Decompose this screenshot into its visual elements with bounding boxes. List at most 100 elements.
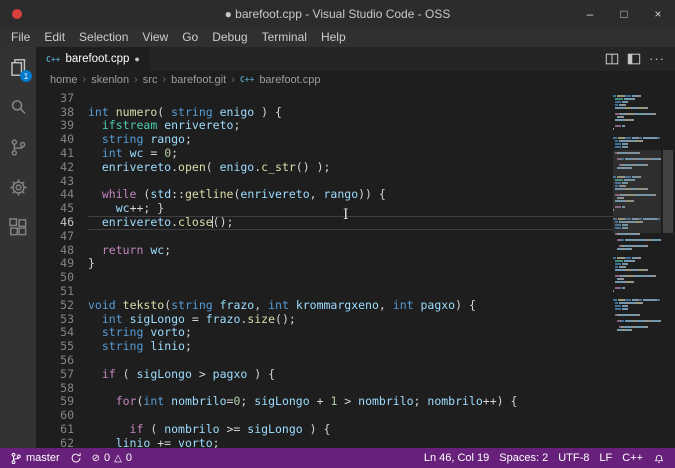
git-branch-status[interactable]: master xyxy=(10,452,60,465)
minimap-slider[interactable] xyxy=(613,150,661,233)
layout-toggle-icon[interactable] xyxy=(627,52,641,66)
editor-code-area[interactable]: 363738int numero( string enigo ) {39 ifs… xyxy=(36,88,613,448)
breadcrumb-item[interactable]: home xyxy=(50,74,78,86)
source-control-icon[interactable] xyxy=(0,127,36,167)
cursor-position[interactable]: Ln 46, Col 19 xyxy=(424,452,489,464)
editor-line[interactable]: 48 return wc; xyxy=(36,244,613,258)
indentation-status[interactable]: Spaces: 2 xyxy=(499,452,548,464)
line-number[interactable]: 62 xyxy=(36,437,88,448)
line-number[interactable]: 39 xyxy=(36,119,88,133)
breadcrumb-item[interactable]: barefoot.cpp xyxy=(259,74,320,86)
editor-line[interactable]: 61 if ( nombrilo >= sigLongo ) { xyxy=(36,423,613,437)
line-number[interactable]: 47 xyxy=(36,230,88,244)
menu-file[interactable]: File xyxy=(4,27,37,47)
line-number[interactable]: 57 xyxy=(36,368,88,382)
line-number[interactable]: 48 xyxy=(36,244,88,258)
editor-line[interactable]: 59 for(int nombrilo=0; sigLongo + 1 > no… xyxy=(36,395,613,409)
line-number[interactable]: 58 xyxy=(36,382,88,396)
line-number[interactable]: 49 xyxy=(36,257,88,271)
close-button[interactable]: × xyxy=(641,0,675,27)
extensions-icon[interactable] xyxy=(0,207,36,247)
breadcrumb-item[interactable]: barefoot.git xyxy=(171,74,226,86)
menu-terminal[interactable]: Terminal xyxy=(255,27,314,47)
editor-line[interactable]: 54 string vorto; xyxy=(36,326,613,340)
code-token: if xyxy=(130,423,144,436)
editor-line[interactable]: 52void teksto(string frazo, int krommarg… xyxy=(36,299,613,313)
editor-line[interactable]: 41 int wc = 0; xyxy=(36,147,613,161)
line-number[interactable]: 46 xyxy=(36,216,88,230)
line-number[interactable]: 59 xyxy=(36,395,88,409)
explorer-icon[interactable]: 1 xyxy=(0,47,36,87)
error-count: 0 xyxy=(104,452,110,464)
code-token: + xyxy=(310,395,331,408)
line-number[interactable]: 53 xyxy=(36,313,88,327)
minimap[interactable] xyxy=(613,88,661,448)
editor-line[interactable]: 37 xyxy=(36,92,613,106)
editor-line[interactable]: 44 while (std::getline(enrivereto, rango… xyxy=(36,188,613,202)
menu-edit[interactable]: Edit xyxy=(37,27,72,47)
line-number[interactable]: 42 xyxy=(36,161,88,175)
editor-line[interactable]: 58 xyxy=(36,382,613,396)
line-code: string rango; xyxy=(88,133,613,147)
line-number[interactable]: 50 xyxy=(36,271,88,285)
editor-line[interactable]: 39 ifstream enrivereto; xyxy=(36,119,613,133)
menu-help[interactable]: Help xyxy=(314,27,353,47)
editor-line[interactable]: 42 enrivereto.open( enigo.c_str() ); xyxy=(36,161,613,175)
editor-line[interactable]: 49} xyxy=(36,257,613,271)
line-code: wc++; } xyxy=(88,202,613,216)
menu-debug[interactable]: Debug xyxy=(205,27,254,47)
line-number[interactable]: 56 xyxy=(36,354,88,368)
eol-status[interactable]: LF xyxy=(599,452,612,464)
menu-selection[interactable]: Selection xyxy=(72,27,135,47)
line-number[interactable]: 60 xyxy=(36,409,88,423)
line-number[interactable]: 51 xyxy=(36,285,88,299)
line-number[interactable]: 43 xyxy=(36,175,88,189)
line-number[interactable]: 45 xyxy=(36,202,88,216)
code-token: std xyxy=(150,188,171,201)
tab-barefoot-cpp[interactable]: C++ barefoot.cpp ● xyxy=(36,47,150,71)
breadcrumb-item[interactable]: skenlon xyxy=(91,74,129,86)
editor-line[interactable]: 60 xyxy=(36,409,613,423)
language-mode[interactable]: C++ xyxy=(622,452,643,464)
line-number[interactable]: 61 xyxy=(36,423,88,437)
line-number[interactable]: 37 xyxy=(36,92,88,106)
editor-line[interactable]: 43 xyxy=(36,175,613,189)
split-editor-icon[interactable] xyxy=(605,52,619,66)
editor-line[interactable]: 46 enrivereto.close(); xyxy=(36,216,613,230)
line-number[interactable]: 44 xyxy=(36,188,88,202)
menu-view[interactable]: View xyxy=(135,27,175,47)
editor-line[interactable]: 55 string linio; xyxy=(36,340,613,354)
editor-line[interactable]: 56 xyxy=(36,354,613,368)
line-number[interactable]: 54 xyxy=(36,326,88,340)
menu-go[interactable]: Go xyxy=(175,27,205,47)
editor-line[interactable]: 53 int sigLongo = frazo.size(); xyxy=(36,313,613,327)
editor-line[interactable]: 45 wc++; } xyxy=(36,202,613,216)
maximize-button[interactable]: □ xyxy=(607,0,641,27)
line-number[interactable]: 40 xyxy=(36,133,88,147)
line-number[interactable]: 55 xyxy=(36,340,88,354)
line-number[interactable]: 41 xyxy=(36,147,88,161)
encoding-status[interactable]: UTF-8 xyxy=(558,452,589,464)
vertical-scrollbar[interactable] xyxy=(661,88,675,448)
editor-line[interactable]: 51 xyxy=(36,285,613,299)
debug-icon[interactable] xyxy=(0,167,36,207)
sync-button[interactable] xyxy=(70,452,82,464)
editor-line[interactable]: 57 if ( sigLongo > pagxo ) { xyxy=(36,368,613,382)
search-icon[interactable] xyxy=(0,87,36,127)
code-token xyxy=(88,340,102,353)
editor-line[interactable]: 62 linio += vorto; xyxy=(36,437,613,448)
breadcrumb-item[interactable]: src xyxy=(143,74,158,86)
editor-line[interactable]: 40 string rango; xyxy=(36,133,613,147)
line-number[interactable]: 52 xyxy=(36,299,88,313)
editor-line[interactable]: 38int numero( string enigo ) { xyxy=(36,106,613,120)
problems-status[interactable]: ⊘ 0 △ 0 xyxy=(92,452,132,464)
modified-dot-icon[interactable]: ● xyxy=(134,54,139,64)
minimize-button[interactable]: – xyxy=(573,0,607,27)
more-actions-icon[interactable]: ··· xyxy=(649,54,665,64)
scrollbar-slider[interactable] xyxy=(663,150,673,233)
line-code: void teksto(string frazo, int krommargxe… xyxy=(88,299,613,313)
line-number[interactable]: 38 xyxy=(36,106,88,120)
notifications-bell[interactable] xyxy=(653,452,665,464)
editor-line[interactable]: 50 xyxy=(36,271,613,285)
editor-line[interactable]: 47 xyxy=(36,230,613,244)
